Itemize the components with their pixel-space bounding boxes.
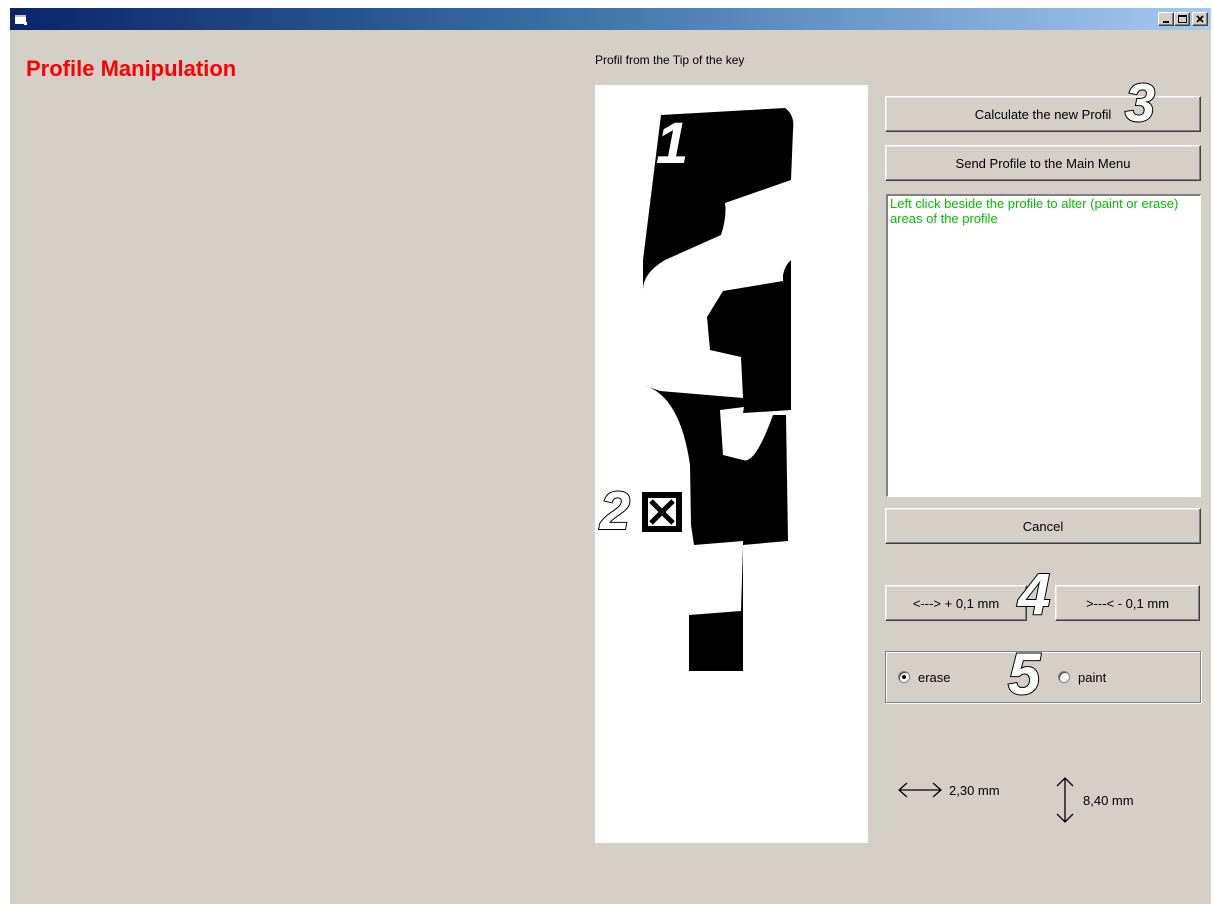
erase-radio-option[interactable]: erase bbox=[898, 652, 951, 702]
width-value: 2,30 mm bbox=[949, 782, 1000, 798]
minimize-icon bbox=[1163, 21, 1169, 23]
minimize-button[interactable] bbox=[1158, 12, 1174, 26]
x-box-marker bbox=[642, 492, 682, 532]
title-bar[interactable] bbox=[10, 8, 1211, 30]
horizontal-arrow-icon bbox=[898, 782, 942, 798]
instruction-text-box: Left click beside the profile to alter (… bbox=[886, 194, 1201, 497]
profile-caption: Profil from the Tip of the key bbox=[595, 53, 745, 67]
maximize-icon bbox=[1178, 15, 1187, 23]
callout-3: 3 bbox=[1124, 73, 1156, 133]
profile-canvas[interactable] bbox=[595, 85, 868, 843]
send-profile-button[interactable]: Send Profile to the Main Menu bbox=[885, 145, 1201, 181]
vertical-arrow-icon bbox=[1056, 777, 1074, 823]
paint-label: paint bbox=[1078, 669, 1107, 685]
erase-radio-button[interactable] bbox=[898, 671, 910, 683]
maximize-button[interactable] bbox=[1174, 12, 1190, 26]
callout-2: 2 bbox=[599, 481, 631, 541]
app-window-icon bbox=[15, 15, 27, 25]
paint-radio-button[interactable] bbox=[1058, 671, 1070, 683]
close-button[interactable] bbox=[1192, 12, 1208, 26]
height-readout: 8,40 mm bbox=[1053, 776, 1134, 824]
mode-radio-group: erase paint bbox=[885, 651, 1201, 703]
cancel-button[interactable]: Cancel bbox=[885, 508, 1201, 544]
height-value: 8,40 mm bbox=[1083, 792, 1134, 808]
narrow-button[interactable]: >---< - 0,1 mm bbox=[1055, 585, 1200, 621]
form-title: Profile Manipulation bbox=[26, 56, 237, 81]
widen-button[interactable]: <---> + 0,1 mm bbox=[885, 585, 1027, 621]
callout-5: 5 bbox=[1007, 642, 1041, 707]
close-icon bbox=[1196, 15, 1204, 23]
paint-radio-option[interactable]: paint bbox=[1058, 652, 1106, 702]
key-profile-shape bbox=[643, 108, 794, 671]
erase-label: erase bbox=[918, 669, 951, 685]
callout-1: 1 bbox=[656, 111, 689, 176]
width-readout: 2,30 mm bbox=[897, 780, 1000, 800]
profile-manipulation-window: Profile Manipulation Profil from the Tip… bbox=[10, 8, 1211, 904]
callout-4: 4 bbox=[1017, 562, 1051, 627]
